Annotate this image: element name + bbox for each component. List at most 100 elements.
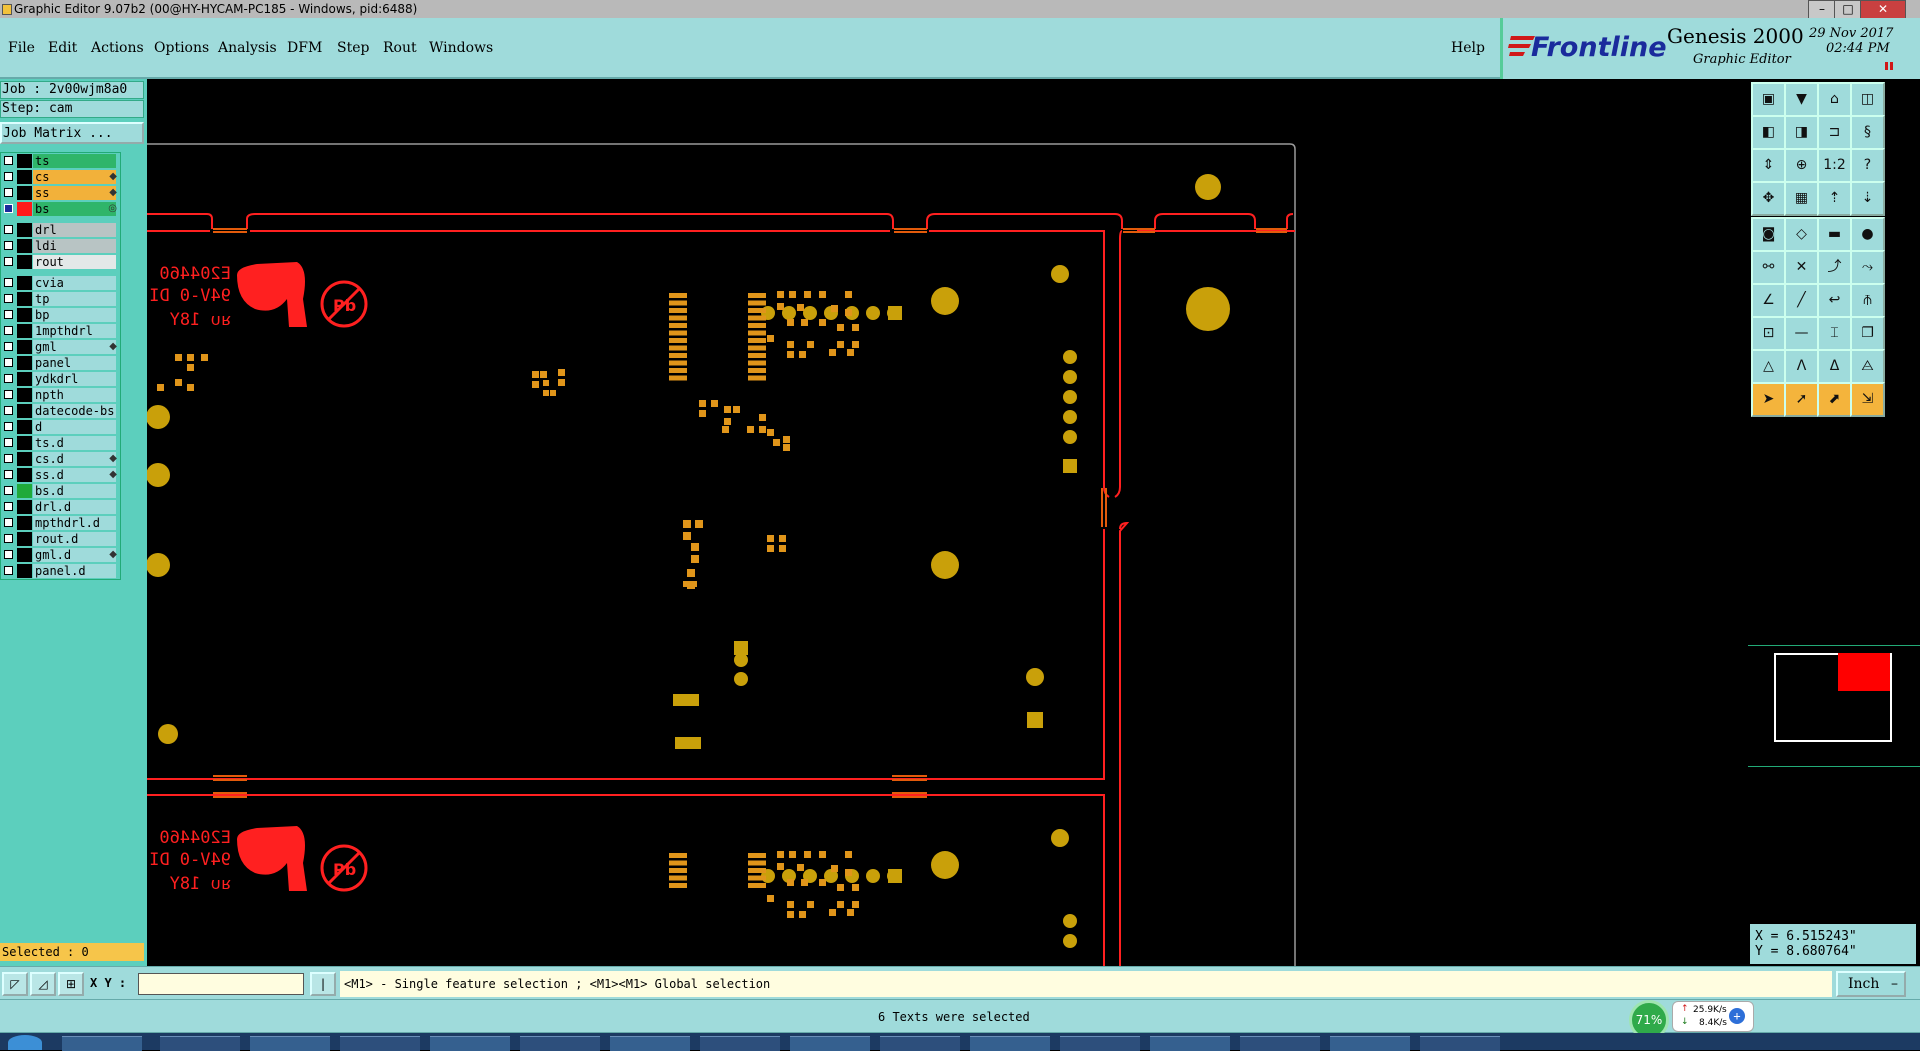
layer-name[interactable]: d: [33, 420, 116, 434]
taskbar-item[interactable]: [700, 1036, 780, 1051]
layer-checkbox[interactable]: [4, 257, 13, 266]
layer-checkbox[interactable]: [4, 310, 13, 319]
layer-checkbox[interactable]: [4, 518, 13, 527]
layer-name[interactable]: panel: [33, 356, 116, 370]
snap-pad-icon[interactable]: ⊡: [1751, 316, 1786, 351]
taskbar-item[interactable]: [430, 1036, 510, 1051]
layer-checkbox[interactable]: [4, 225, 13, 234]
grid-icon[interactable]: ▦: [1784, 181, 1819, 216]
layer-name[interactable]: drl.d: [33, 500, 116, 514]
layer-checkbox[interactable]: [4, 156, 13, 165]
taskbar-item[interactable]: [1330, 1036, 1410, 1051]
layer-row-bs[interactable]: bs ◎: [1, 201, 120, 217]
delta-icon[interactable]: Δ: [1817, 349, 1852, 384]
layer-row-panel[interactable]: panel: [1, 355, 120, 371]
layer-up-icon[interactable]: ⇡: [1817, 181, 1852, 216]
line-icon[interactable]: ◇: [1784, 217, 1819, 252]
layer-row-bs-d[interactable]: bs.d: [1, 483, 120, 499]
taskbar-item[interactable]: [250, 1036, 330, 1051]
route-icon[interactable]: §: [1850, 115, 1885, 150]
taskbar-item[interactable]: [610, 1036, 690, 1051]
layer-color-swatch[interactable]: [17, 324, 32, 338]
layer-row-ss-d[interactable]: ss.d ◆: [1, 467, 120, 483]
taskbar-item[interactable]: [1420, 1036, 1500, 1051]
cursor-toggle-icon[interactable]: |: [310, 972, 336, 996]
layer-row-mpthdrl-d[interactable]: mpthdrl.d: [1, 515, 120, 531]
layer-checkbox[interactable]: [4, 502, 13, 511]
layer-checkbox[interactable]: [4, 550, 13, 559]
measure-icon[interactable]: ▬: [1817, 217, 1852, 252]
home-icon[interactable]: ⌂: [1817, 82, 1852, 117]
layer-checkbox[interactable]: [4, 374, 13, 383]
move-node-icon[interactable]: ⤳: [1850, 250, 1885, 285]
layer-checkbox[interactable]: [4, 342, 13, 351]
zoom-next-icon[interactable]: ◨: [1784, 115, 1819, 150]
align-icon[interactable]: ⌶: [1817, 316, 1852, 351]
menu-windows[interactable]: Windows: [429, 40, 493, 56]
menu-rout[interactable]: Rout: [383, 40, 417, 56]
layer-name[interactable]: bp: [33, 308, 116, 322]
layer-row-panel-d[interactable]: panel.d: [1, 563, 120, 579]
open-layer-icon[interactable]: ▣: [1751, 82, 1786, 117]
zoom-prev-icon[interactable]: ◧: [1751, 115, 1786, 150]
job-matrix-button[interactable]: Job Matrix ...: [0, 122, 144, 144]
layer-row-drl[interactable]: drl: [1, 222, 120, 238]
peak-icon[interactable]: Λ: [1784, 349, 1819, 384]
pad-icon[interactable]: ◙: [1751, 217, 1786, 252]
slash-icon[interactable]: ╱: [1784, 283, 1819, 318]
layer-name[interactable]: ydkdrl: [33, 372, 116, 386]
layer-checkbox[interactable]: [4, 172, 13, 181]
layer-color-swatch[interactable]: [17, 452, 32, 466]
layer-name[interactable]: cs: [33, 170, 116, 184]
layer-name[interactable]: 1mpthdrl: [33, 324, 116, 338]
copy-icon[interactable]: ❐: [1850, 316, 1885, 351]
taskbar-item[interactable]: [1240, 1036, 1320, 1051]
layer-color-swatch[interactable]: [17, 340, 32, 354]
xy-input[interactable]: [138, 973, 304, 995]
units-selector[interactable]: Inch –: [1836, 971, 1906, 997]
arc-icon[interactable]: ↩: [1817, 283, 1852, 318]
layer-row-ydkdrl[interactable]: ydkdrl: [1, 371, 120, 387]
layer-color-swatch[interactable]: [17, 372, 32, 386]
layer-name[interactable]: tp: [33, 292, 116, 306]
layer-row-cs-d[interactable]: cs.d ◆: [1, 451, 120, 467]
maximize-button[interactable]: □: [1834, 0, 1862, 19]
sum-icon[interactable]: ⨺: [1850, 349, 1885, 384]
layer-checkbox[interactable]: [4, 422, 13, 431]
layer-name[interactable]: ss: [33, 186, 116, 200]
layer-checkbox[interactable]: [4, 326, 13, 335]
layer-row-gml-d[interactable]: gml.d ◆: [1, 547, 120, 563]
layer-checkbox[interactable]: [4, 406, 13, 415]
layer-color-swatch[interactable]: [17, 548, 32, 562]
layer-name[interactable]: bs.d: [33, 484, 116, 498]
layer-checkbox[interactable]: [4, 278, 13, 287]
layer-row-npth[interactable]: npth: [1, 387, 120, 403]
layer-row-bp[interactable]: bp: [1, 307, 120, 323]
layer-color-swatch[interactable]: [17, 468, 32, 482]
layer-checkbox[interactable]: [4, 438, 13, 447]
layer-color-swatch[interactable]: [17, 223, 32, 237]
menu-dfm[interactable]: DFM: [287, 40, 322, 56]
layer-row-rout[interactable]: rout: [1, 254, 120, 270]
layer-name[interactable]: ldi: [33, 239, 116, 253]
menu-step[interactable]: Step: [337, 40, 369, 56]
taskbar-item[interactable]: [880, 1036, 960, 1051]
pause-icon[interactable]: [1885, 62, 1888, 70]
minimize-button[interactable]: –: [1808, 0, 1836, 19]
close-button[interactable]: ✕: [1860, 0, 1906, 19]
layer-checkbox[interactable]: [4, 188, 13, 197]
measure-mode-icon[interactable]: ◿: [30, 972, 56, 996]
layer-down-icon[interactable]: ⇣: [1850, 181, 1885, 216]
menu-file[interactable]: File: [8, 40, 35, 56]
grid-mode-icon[interactable]: ⊞: [58, 972, 84, 996]
horizontal-line-icon[interactable]: —: [1784, 316, 1819, 351]
menu-edit[interactable]: Edit: [48, 40, 77, 56]
layer-color-swatch[interactable]: [17, 484, 32, 498]
snap-icon[interactable]: ⊐: [1817, 115, 1852, 150]
layer-name[interactable]: cvia: [33, 276, 116, 290]
layer-color-swatch[interactable]: [17, 532, 32, 546]
taskbar-item[interactable]: [790, 1036, 870, 1051]
layer-checkbox[interactable]: [4, 566, 13, 575]
layer-color-swatch[interactable]: [17, 276, 32, 290]
layer-row-ldi[interactable]: ldi: [1, 238, 120, 254]
